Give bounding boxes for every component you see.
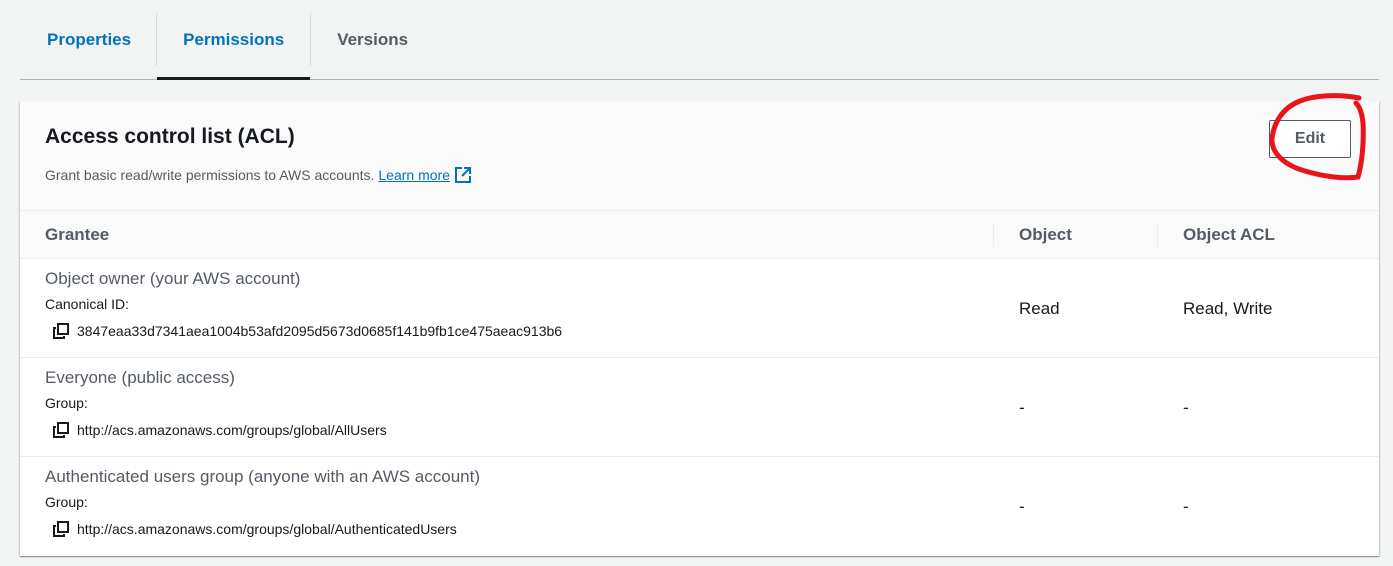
tab-bar: Properties Permissions Versions [20, 0, 1379, 80]
table-row: Authenticated users group (anyone with a… [20, 457, 1379, 556]
tab-label: Permissions [183, 29, 285, 49]
column-header-object: Object [1019, 225, 1072, 244]
object-acl-permission: Read, Write [1183, 298, 1273, 318]
object-acl-permission: - [1183, 397, 1189, 417]
grantee-id: http://acs.amazonaws.com/groups/global/A… [53, 521, 457, 537]
edit-button[interactable]: Edit [1269, 120, 1351, 158]
grantee-kind: Group: [45, 494, 88, 510]
table-row: Object owner (your AWS account) Canonica… [20, 259, 1379, 358]
acl-panel: Access control list (ACL) Grant basic re… [20, 93, 1379, 556]
object-permission: - [1019, 496, 1025, 516]
grantee-id-value: http://acs.amazonaws.com/groups/global/A… [77, 422, 387, 438]
copy-icon[interactable] [53, 422, 69, 438]
copy-icon[interactable] [53, 521, 69, 537]
object-permission: Read [1019, 298, 1060, 318]
tab-versions[interactable]: Versions [311, 0, 434, 79]
acl-description: Grant basic read/write permissions to AW… [45, 166, 472, 184]
grantee-kind: Group: [45, 395, 88, 411]
table-row: Everyone (public access) Group: http://a… [20, 358, 1379, 457]
table-header: Grantee Object Object ACL [20, 211, 1379, 259]
grantee-id: http://acs.amazonaws.com/groups/global/A… [53, 422, 387, 438]
object-acl-permission: - [1183, 496, 1189, 516]
grantee-kind: Canonical ID: [45, 296, 130, 312]
acl-panel-header: Access control list (ACL) Grant basic re… [20, 93, 1379, 211]
copy-icon[interactable] [53, 323, 69, 339]
tab-permissions[interactable]: Permissions [157, 0, 311, 80]
column-divider [1157, 223, 1158, 247]
grantee-id-value: 3847eaa33d7341aea1004b53afd2095d5673d068… [77, 323, 563, 339]
tab-properties[interactable]: Properties [20, 0, 156, 79]
tab-label: Versions [337, 29, 409, 49]
external-link-icon[interactable] [454, 166, 472, 184]
grantee-name: Object owner (your AWS account) [45, 269, 301, 288]
learn-more-link[interactable]: Learn more [378, 167, 450, 183]
grantee-id: 3847eaa33d7341aea1004b53afd2095d5673d068… [53, 323, 562, 339]
object-permission: - [1019, 397, 1025, 417]
grantee-id-value: http://acs.amazonaws.com/groups/global/A… [77, 521, 457, 537]
column-header-object-acl: Object ACL [1183, 225, 1275, 244]
grantee-name: Authenticated users group (anyone with a… [45, 467, 481, 486]
acl-description-text: Grant basic read/write permissions to AW… [45, 167, 375, 183]
column-divider [993, 223, 994, 247]
column-header-grantee: Grantee [45, 225, 110, 244]
acl-title: Access control list (ACL) [45, 125, 295, 148]
grantee-name: Everyone (public access) [45, 368, 235, 387]
tab-label: Properties [47, 29, 132, 49]
